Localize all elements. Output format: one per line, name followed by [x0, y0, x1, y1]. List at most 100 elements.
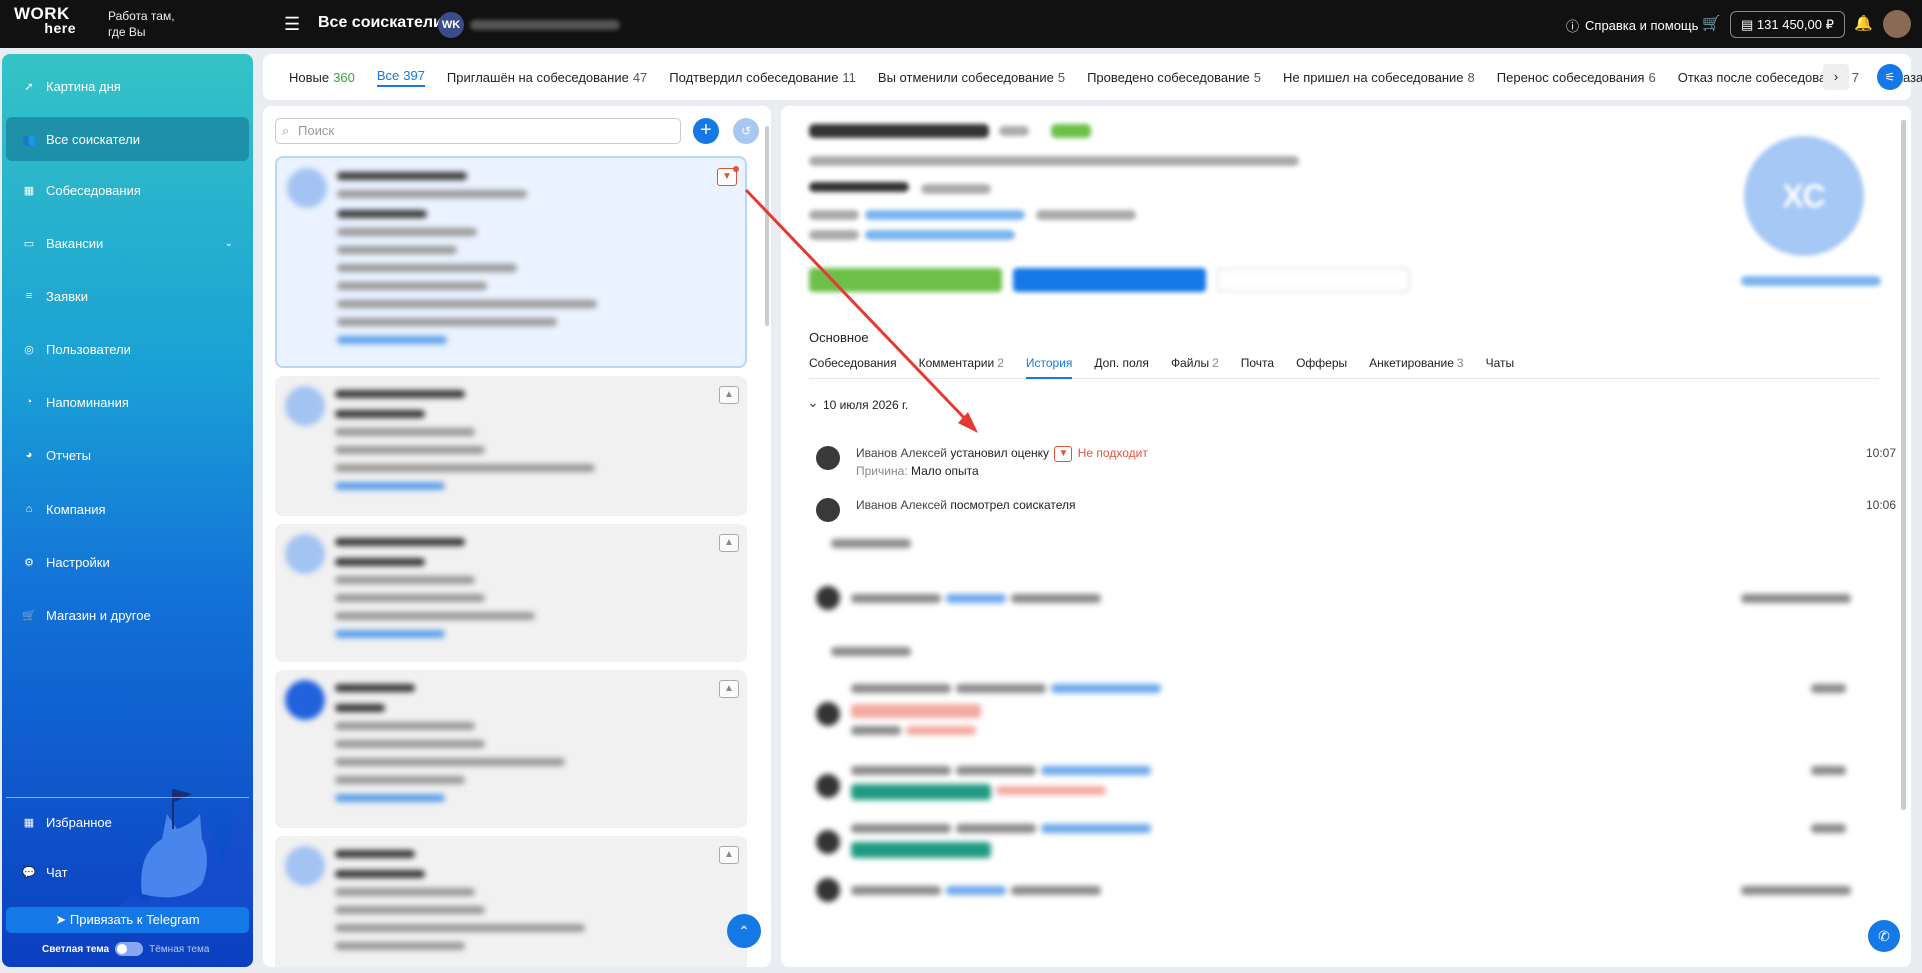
tab-comments[interactable]: Комментарии 2 — [919, 356, 1004, 370]
tab-offers[interactable]: Офферы — [1296, 356, 1347, 370]
tab-count: 7 — [1851, 69, 1859, 85]
date-group-header[interactable]: 10 июля 2026 г. — [807, 394, 908, 412]
theme-switcher[interactable]: Светлая тема Тёмная тема — [42, 942, 209, 956]
grid-icon: ▦ — [23, 816, 35, 829]
tab-count: 2 — [997, 356, 1004, 370]
sidebar-item-dashboard[interactable]: ➚ Картина дня — [6, 64, 249, 108]
candidate-card[interactable]: ▼ — [275, 156, 747, 368]
calendar-icon: ▦ — [23, 184, 35, 197]
tab-all[interactable]: Все 397 — [376, 67, 425, 87]
candidate-detail-panel: ХС Основное Собеседования Комментарии 2 И… — [781, 106, 1911, 967]
sidebar-item-label: Картина дня — [46, 78, 121, 94]
tab-extra-fields[interactable]: Доп. поля — [1094, 356, 1149, 370]
rocket-icon: ➚ — [24, 80, 34, 93]
event-reason: Причина: Мало опыта — [856, 464, 979, 478]
history-icon[interactable]: ↺ — [733, 118, 759, 144]
page-title: Все соискатели — [318, 14, 443, 31]
tab-interviews[interactable]: Собеседования — [809, 356, 897, 370]
logo[interactable]: WORK here — [14, 5, 76, 41]
candidate-card[interactable]: ▲ — [275, 836, 747, 967]
thumbs-down-icon[interactable]: ▼ — [717, 166, 739, 186]
theme-dark-label: Тёмная тема — [149, 943, 210, 955]
sidebar-item-company[interactable]: ⌂ Компания — [6, 487, 249, 531]
add-candidate-button[interactable]: + — [693, 118, 719, 144]
sidebar-item-interviews[interactable]: ▦ Собеседования — [6, 168, 249, 212]
event-action: посмотрел соискателя — [950, 498, 1076, 512]
wallet-icon: ▤ — [1741, 17, 1757, 32]
sidebar-item-reports[interactable]: ◕ Отчеты — [6, 433, 249, 477]
filter-icon[interactable]: ⚟ — [1877, 64, 1903, 90]
sidebar-item-users[interactable]: ◎ Пользователи — [6, 327, 249, 371]
balance-button[interactable]: ▤ 131 450,00 ₽ — [1730, 11, 1845, 38]
sidebar-item-label: Вакансии — [46, 235, 104, 251]
notifications-icon[interactable]: 🔔 — [1854, 14, 1873, 32]
event-time: 10:06 — [1866, 498, 1897, 512]
user-icon: ◎ — [24, 343, 34, 356]
sidebar-item-chat[interactable]: 💬 Чат — [6, 850, 249, 894]
sidebar-item-requests[interactable]: ≡ Заявки — [6, 274, 249, 318]
event-time: 10:07 — [1866, 446, 1897, 460]
tab-no-show[interactable]: Не пришел на собеседование 8 — [1283, 70, 1475, 85]
search-input[interactable]: Поиск — [275, 118, 681, 144]
sidebar-item-shop[interactable]: 🛒 Магазин и другое — [6, 593, 249, 637]
detail-scrollbar[interactable] — [1901, 120, 1906, 810]
author-avatar — [816, 446, 840, 470]
tab-held[interactable]: Проведено собеседование 5 — [1087, 70, 1261, 85]
tab-mail[interactable]: Почта — [1241, 356, 1274, 370]
tab-history[interactable]: История — [1025, 356, 1073, 379]
event-author: Иванов Алексей — [856, 498, 947, 512]
candidate-card[interactable]: ▲ — [275, 376, 747, 516]
sidebar-item-label: Избранное — [46, 814, 112, 830]
sidebar-item-reminders[interactable]: ◔ Напоминания — [6, 380, 249, 424]
company-avatar: WK — [438, 12, 464, 38]
list-scrollbar[interactable] — [765, 126, 769, 326]
tab-chats[interactable]: Чаты — [1486, 356, 1515, 370]
candidate-card[interactable]: ▲ — [275, 524, 747, 662]
tab-rescheduled[interactable]: Перенос собеседования 6 — [1497, 70, 1656, 85]
event-author: Иванов Алексей — [856, 446, 947, 461]
tab-files[interactable]: Файлы 2 — [1171, 356, 1219, 370]
tab-label: Не пришел на собеседование — [1282, 69, 1464, 85]
scroll-up-button[interactable]: ⌃ — [727, 914, 761, 948]
thumbs-up-icon[interactable]: ▲ — [719, 534, 739, 552]
candidate-card[interactable]: ▲ — [275, 670, 747, 828]
tab-new[interactable]: Новые 360 — [289, 70, 355, 85]
tab-count: 2 — [1212, 356, 1219, 370]
tab-confirmed[interactable]: Подтвердил собеседование 11 — [669, 70, 856, 85]
telegram-link-button[interactable]: ➤ Привязать к Telegram — [6, 907, 249, 933]
menu-icon[interactable]: ☰ — [284, 14, 300, 35]
sidebar: ➚ Картина дня 👥 Все соискатели ▦ Собеседова… — [2, 54, 253, 967]
author-avatar — [816, 498, 840, 522]
tab-cancelled[interactable]: Вы отменили собеседование 5 — [878, 70, 1065, 85]
tab-count: 5 — [1057, 69, 1066, 85]
chevron-right-icon[interactable]: › — [1823, 64, 1849, 90]
briefcase-icon: ▭ — [23, 237, 35, 250]
tab-label: Приглашён на собеседование — [446, 69, 629, 85]
theme-toggle[interactable] — [115, 942, 144, 956]
chart-icon: ◕ — [25, 449, 33, 461]
support-chat-icon[interactable]: ✆ — [1868, 920, 1900, 952]
tab-invited[interactable]: Приглашён на собеседование 47 — [447, 70, 647, 85]
company-selector[interactable]: WK — [438, 12, 620, 38]
section-title: Основное — [809, 330, 869, 345]
cart-icon[interactable]: 🛒 — [1702, 14, 1721, 32]
tab-surveys[interactable]: Анкетирование 3 — [1369, 356, 1463, 370]
tab-count: 11 — [842, 69, 856, 85]
sidebar-item-settings[interactable]: ⚙ Настройки — [6, 540, 249, 584]
candidate-list-panel: Поиск + ↺ ▼ ▲ — [263, 106, 771, 967]
help-link[interactable]: ⓘ Справка и помощь — [1566, 16, 1698, 35]
thumbs-up-icon[interactable]: ▲ — [719, 680, 739, 698]
thumbs-down-icon: ▼ — [1054, 446, 1073, 462]
user-avatar[interactable] — [1883, 10, 1911, 38]
sidebar-item-favorites[interactable]: ▦ Избранное — [6, 800, 249, 844]
thumbs-up-icon[interactable]: ▲ — [719, 846, 739, 864]
tab-label: Все — [376, 67, 400, 83]
event-text: Иванов Алексей посмотрел соискателя — [856, 498, 1076, 512]
tab-label: Доп. поля — [1094, 356, 1149, 370]
sidebar-item-candidates[interactable]: 👥 Все соискатели — [6, 117, 249, 161]
sidebar-item-label: Все соискатели — [46, 131, 141, 147]
thumbs-up-icon[interactable]: ▲ — [719, 386, 739, 404]
sidebar-item-vacancies[interactable]: ▭ Вакансии ⌄ — [6, 221, 249, 265]
candidate-card-content-blurred — [275, 670, 747, 828]
candidate-card-content-blurred — [275, 376, 747, 516]
